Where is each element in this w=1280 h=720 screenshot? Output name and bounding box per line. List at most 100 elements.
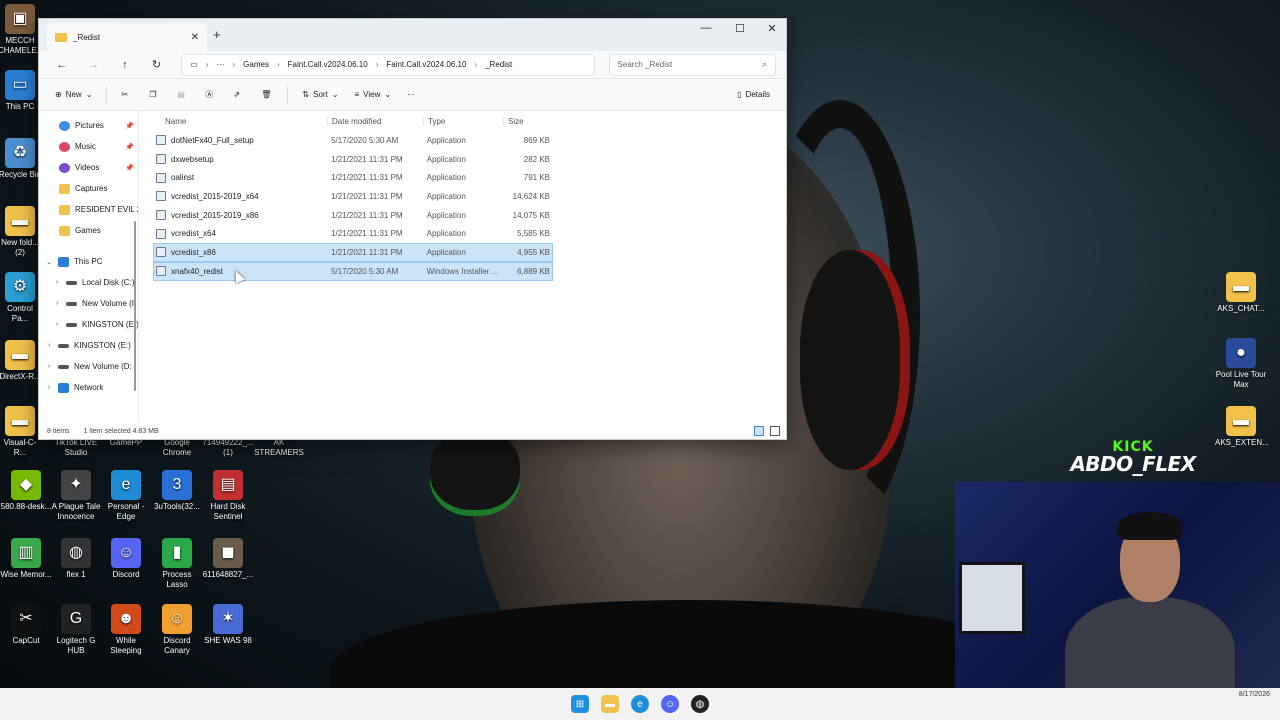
paste-icon[interactable]: ▤ (171, 84, 195, 106)
desktop-icon-personal-edge[interactable]: e Personal - Edge (100, 470, 152, 522)
desktop-icon-visual-c-r[interactable]: ▬ Visual-C-R... (0, 406, 42, 458)
file-row[interactable]: oalinst 1/21/2021 11:31 PM Application 791 … (153, 168, 553, 187)
sidebar-item-videos[interactable]: Videos 📌 (39, 157, 138, 178)
file-row[interactable]: dxwebsetup 1/21/2021 11:31 PM Application 2… (153, 150, 553, 169)
chevron-right-icon[interactable]: › (45, 363, 53, 370)
sidebar-scrollbar[interactable] (134, 221, 136, 391)
file-name-cell[interactable]: oalinst (154, 172, 327, 183)
new-button[interactable]: ⊕ New ⌄ (49, 84, 98, 106)
desktop-icon-wise-memor[interactable]: ▥ Wise Memor... (0, 538, 52, 580)
desktop-icon-logitech-g-hub[interactable]: G Logitech G HUB (50, 604, 102, 656)
breadcrumb-item[interactable]: Games (243, 60, 269, 69)
delete-icon[interactable]: 🗑 (255, 84, 279, 106)
refresh-icon[interactable]: ↻ (144, 58, 170, 71)
desktop-icon-new-fold-2[interactable]: ▬ New fold... (2) (0, 206, 42, 258)
desktop-icon-aks-exten[interactable]: ▬ AKS_EXTEN... (1215, 406, 1269, 448)
sidebar-item-pictures[interactable]: Pictures 📌 (39, 115, 138, 136)
minimize-button[interactable]: — (691, 22, 721, 34)
desktop-icon-hard-disk-sentinel[interactable]: ▤ Hard Disk Sentinel (202, 470, 254, 522)
close-tab-icon[interactable]: ✕ (191, 32, 199, 43)
more-options-icon[interactable]: ··· (401, 84, 425, 106)
clock-date[interactable]: 8/17/2026 (1239, 691, 1270, 698)
back-arrow-icon[interactable]: ← (49, 59, 75, 71)
file-row[interactable]: vcredist_2015-2019_x86 1/21/2021 11:31 PM… (153, 206, 553, 225)
chevron-right-icon[interactable]: › (53, 300, 61, 307)
file-row[interactable]: vcredist_x64 1/21/2021 11:31 PM Applicatio… (153, 224, 553, 243)
desktop-icon-while-sleeping[interactable]: ☻ While Sleeping (100, 604, 152, 656)
file-name-cell[interactable]: vcredist_x64 (154, 228, 327, 239)
file-name-cell[interactable]: dotNetFx40_Full_setup (154, 135, 327, 146)
chevron-right-icon[interactable]: › (45, 342, 53, 349)
details-button[interactable]: ▯ Details (731, 84, 776, 106)
tiles-view-icon[interactable] (770, 426, 780, 436)
desktop-icon-capcut[interactable]: ✂ CapCut (0, 604, 52, 646)
title-bar[interactable]: _Redist ✕ + — ☐ ✕ (39, 19, 786, 51)
forward-arrow-icon[interactable]: → (81, 59, 107, 71)
rename-icon[interactable]: Ⓐ (199, 84, 223, 106)
sidebar-item-resident-evil-2[interactable]: RESIDENT EVIL 2 (39, 199, 138, 220)
desktop-icon-pool-live-tour-max[interactable]: ● Pool Live Tour Max (1215, 338, 1267, 390)
breadcrumb[interactable]: ▭ › ··· › Games › Faint.Call.v2024.06.10… (181, 53, 595, 76)
file-name-cell[interactable]: vcredist_2015-2019_x64 (154, 191, 327, 202)
column-header-type[interactable]: Type (423, 116, 503, 126)
monitor-icon[interactable]: ▭ (190, 60, 198, 69)
file-row[interactable]: vcredist_x86 1/21/2021 11:31 PM Applicatio… (153, 243, 553, 262)
sidebar-item-games[interactable]: Games (39, 220, 138, 241)
file-name-cell[interactable]: dxwebsetup (154, 154, 327, 165)
up-arrow-icon[interactable]: ↑ (112, 59, 138, 71)
desktop-icon-aks-chat[interactable]: ▬ AKS_CHAT... (1215, 272, 1267, 314)
sidebar-item-kingston-e[interactable]: › KINGSTON (E:) (39, 314, 138, 335)
desktop-icon-discord[interactable]: ☺ Discord (100, 538, 152, 580)
sidebar-item-music[interactable]: Music 📌 (39, 136, 138, 157)
breadcrumb-item[interactable]: Faint.Call.v2024.06.10 (288, 60, 368, 69)
chevron-right-icon[interactable]: › (53, 279, 61, 286)
desktop-icon-a-plague-tale-innocence[interactable]: ✦ A Plague Tale Innocence (50, 470, 102, 522)
chevron-right-icon[interactable]: › (45, 384, 53, 391)
chevron-down-icon[interactable]: ⌄ (45, 258, 53, 266)
desktop-icon-this-pc[interactable]: ▭ This PC (0, 70, 42, 112)
desktop-icon-580-88-desk[interactable]: ◆ 580.88-desk... (0, 470, 52, 512)
copy-icon[interactable]: ❐ (143, 84, 167, 106)
desktop-icon-discord-canary[interactable]: ☺ Discord Canary (151, 604, 203, 656)
breadcrumb-item[interactable]: _Redist (485, 60, 512, 69)
file-explorer-icon[interactable]: ▬ (601, 695, 619, 713)
sort-button[interactable]: ⇅ Sort ⌄ (296, 84, 344, 106)
cut-icon[interactable]: ✂ (115, 84, 139, 106)
desktop-icon-recycle-bin[interactable]: ♻ Recycle Bin (0, 138, 42, 180)
column-header-name[interactable]: Name (153, 117, 327, 126)
close-window-button[interactable]: ✕ (757, 22, 787, 35)
desktop-icon-flex-1[interactable]: ◍ flex 1 (50, 538, 102, 580)
sidebar-item-new-volume-d[interactable]: › New Volume (D: (39, 356, 138, 377)
details-view-icon[interactable] (754, 426, 764, 436)
sidebar-item-kingston-e[interactable]: › KINGSTON (E:) (39, 335, 138, 356)
file-row[interactable]: xnafx40_redist 5/17/2020 5:30 AM Windows I… (153, 261, 553, 281)
sidebar-item-local-disk-c[interactable]: › Local Disk (C:) (39, 272, 138, 293)
sidebar-item-new-volume-i[interactable]: › New Volume (I (39, 293, 138, 314)
view-button[interactable]: ≡ View ⌄ (349, 84, 398, 106)
breadcrumb-more[interactable]: ··· (216, 60, 224, 69)
start-icon[interactable]: ⊞ (571, 695, 589, 713)
tab-redist[interactable]: _Redist ✕ (47, 23, 207, 51)
breadcrumb-item[interactable]: Faint.Call.v2024.06.10 (386, 60, 466, 69)
chevron-right-icon[interactable]: › (53, 321, 61, 328)
desktop-icon-process-lasso[interactable]: ▮ Process Lasso (151, 538, 203, 590)
desktop-icon-directx-r[interactable]: ▬ DirectX-R... (0, 340, 42, 382)
sidebar-item-network[interactable]: › Network (39, 377, 138, 398)
column-header-size[interactable]: Size (503, 116, 553, 126)
maximize-button[interactable]: ☐ (725, 22, 755, 35)
column-header-date[interactable]: Date modified (327, 116, 423, 126)
new-tab-button[interactable]: + (213, 27, 221, 42)
file-row[interactable]: vcredist_2015-2019_x64 1/21/2021 11:31 PM… (153, 187, 553, 206)
desktop-icon-she-was-98[interactable]: ✶ SHE WAS 98 (202, 604, 254, 646)
edge-icon[interactable]: e (631, 695, 649, 713)
file-name-cell[interactable]: vcredist_x86 (154, 247, 327, 258)
obs-icon[interactable]: ◍ (691, 695, 709, 713)
desktop-icon-3utools-32[interactable]: 3 3uTools(32... (151, 470, 203, 512)
file-row[interactable]: dotNetFx40_Full_setup 5/17/2020 5:30 AM Ap… (153, 131, 553, 150)
share-icon[interactable]: ⇗ (227, 84, 251, 106)
search-input[interactable]: Search _Redist ⌕ (608, 53, 776, 76)
file-name-cell[interactable]: vcredist_2015-2019_x86 (154, 210, 327, 221)
sidebar-item-this-pc[interactable]: ⌄ This PC (39, 251, 138, 272)
desktop-icon-611648827[interactable]: ◼ 611648827_... (202, 538, 254, 580)
discord-icon[interactable]: ☺ (661, 695, 679, 713)
